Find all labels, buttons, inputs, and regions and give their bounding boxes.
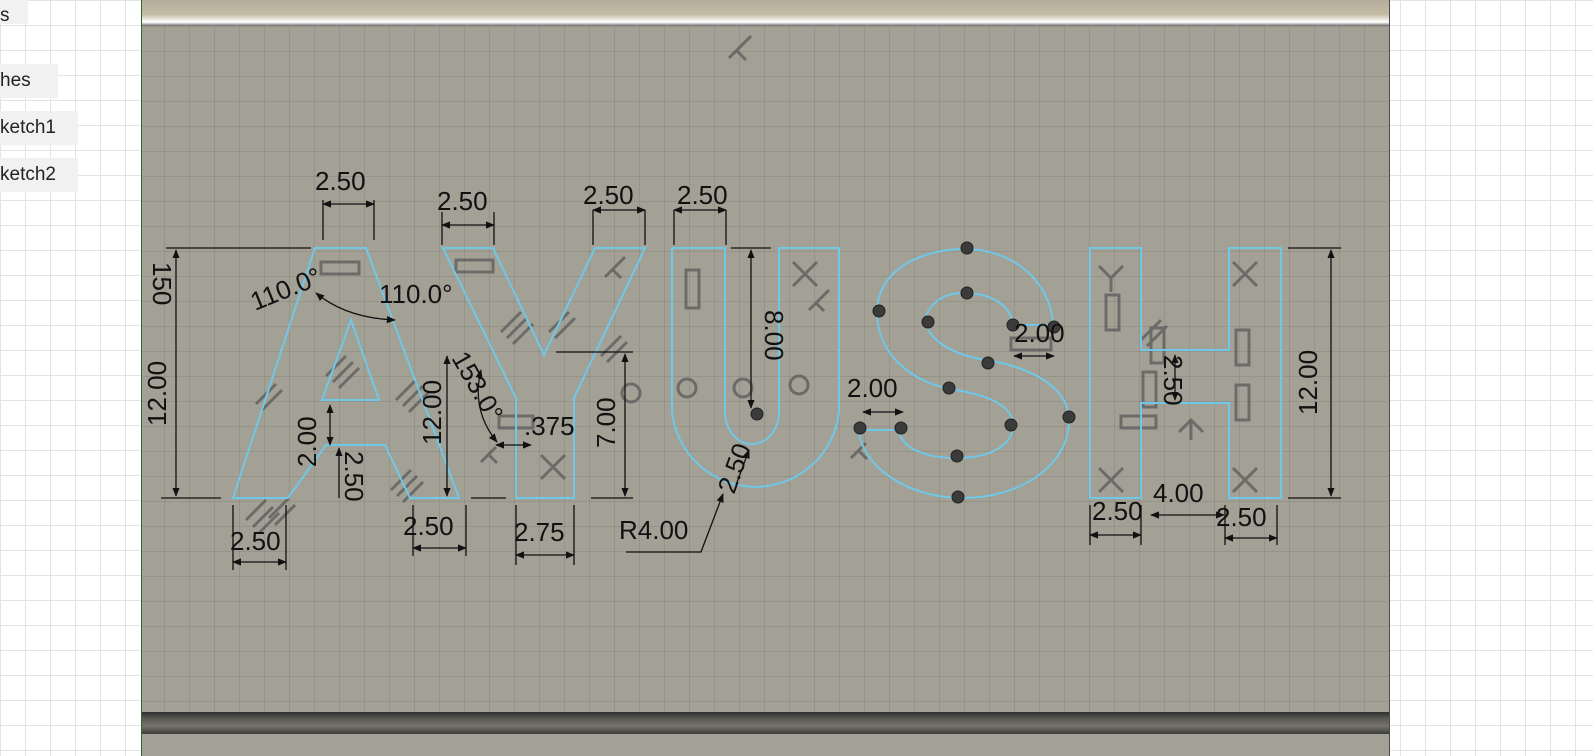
dim-y-offset[interactable]: .375: [524, 411, 575, 441]
dim-s-width[interactable]: 2.00: [847, 373, 898, 403]
dim-h-crossbar[interactable]: 2.50: [1158, 355, 1188, 406]
dim-a-angle-left[interactable]: 110.0°: [246, 261, 325, 316]
dim-u-thickness[interactable]: 2.50: [711, 439, 757, 497]
dim-h-left-width[interactable]: 2.50: [1092, 496, 1143, 526]
dim-a-leg-right[interactable]: 2.50: [403, 511, 454, 541]
browser-item-sketch1[interactable]: ketch1: [0, 111, 78, 145]
canvas-viewport[interactable]: 2.50 2.50 2.50 2.50 110.0° 110.0° 150 12…: [141, 0, 1390, 756]
dim-a-angle-right[interactable]: 110.0°: [379, 279, 453, 309]
dim-y-angle[interactable]: 153.0°: [446, 346, 510, 426]
dim-h-height[interactable]: 12.00: [1293, 350, 1323, 415]
letter-a-hole: [320, 317, 381, 401]
dimension-labels[interactable]: 2.50 2.50 2.50 2.50 110.0° 110.0° 150 12…: [142, 166, 1323, 556]
browser-panel: s hes ketch1 ketch2: [0, 0, 140, 756]
dim-a-partial[interactable]: 150: [147, 262, 177, 305]
dim-u-radius[interactable]: R4.00: [619, 515, 688, 545]
dim-a-crossbar[interactable]: 2.50: [339, 451, 369, 502]
browser-item-label: ketch1: [0, 117, 56, 138]
browser-item-s[interactable]: s: [0, 0, 28, 24]
browser-item-label: hes: [0, 70, 31, 91]
dim-h-right-width[interactable]: 2.50: [1216, 502, 1267, 532]
dim-u-height[interactable]: 8.00: [759, 310, 789, 361]
dim-y-stem-width[interactable]: 2.75: [514, 517, 565, 547]
dim-h-gap[interactable]: 4.00: [1153, 478, 1204, 508]
dim-a-hole-height[interactable]: 2.00: [292, 416, 322, 467]
dim-a-leg-left[interactable]: 2.50: [230, 526, 281, 556]
dim-s-gap[interactable]: 2.00: [1014, 318, 1065, 348]
browser-item-sketch2[interactable]: ketch2: [0, 158, 78, 192]
dim-y-height[interactable]: 12.00: [417, 380, 447, 445]
dim-a-top-width[interactable]: 2.50: [315, 166, 366, 196]
dim-a-height[interactable]: 12.00: [142, 361, 172, 426]
browser-item-label: ketch2: [0, 164, 56, 185]
browser-item-sketches[interactable]: hes: [0, 64, 58, 98]
browser-item-label: s: [0, 5, 10, 24]
dim-y-left-width[interactable]: 2.50: [437, 186, 488, 216]
sketch-canvas[interactable]: 2.50 2.50 2.50 2.50 110.0° 110.0° 150 12…: [142, 0, 1389, 756]
dim-y-right-width[interactable]: 2.50: [583, 180, 634, 210]
dim-u-left-width[interactable]: 2.50: [677, 180, 728, 210]
dim-y-stem-height[interactable]: 7.00: [591, 397, 621, 448]
